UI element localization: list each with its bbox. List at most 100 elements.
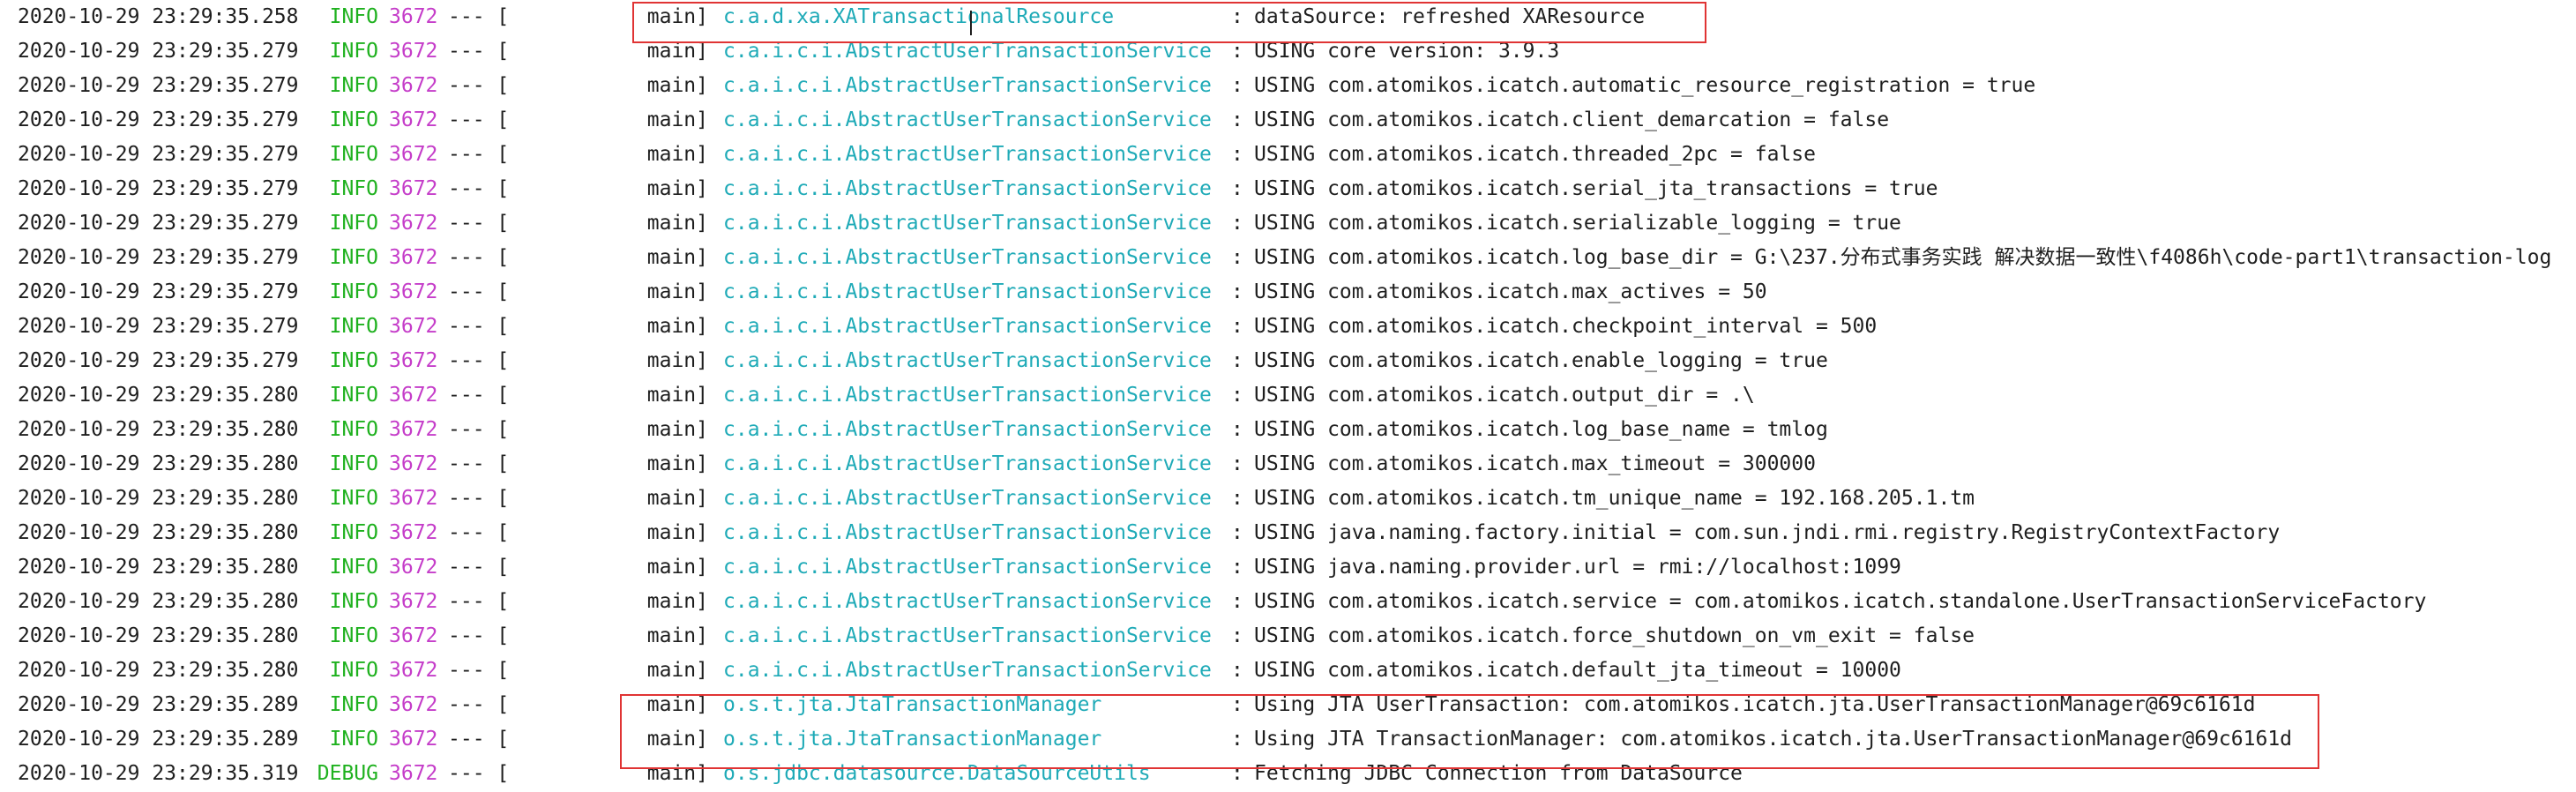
log-message: Fetching JDBC Connection from DataSource <box>1254 762 1743 785</box>
log-line: 2020-10-29 23:29:35.289 INFO 3672 --- [main… <box>0 688 2576 722</box>
log-message: USING com.atomikos.icatch.serial_jta_tra… <box>1254 177 1938 200</box>
log-level: INFO <box>329 384 378 407</box>
log-logger-name: c.a.i.c.i.AbstractUserTransactionService <box>723 177 1212 200</box>
log-level: INFO <box>329 556 378 579</box>
log-line: 2020-10-29 23:29:35.279 INFO 3672 --- [main… <box>0 103 2576 138</box>
log-timestamp: 2020-10-29 23:29:35.280 <box>18 418 299 441</box>
log-separator: --- [ <box>448 590 510 613</box>
log-timestamp: 2020-10-29 23:29:35.258 <box>18 5 299 28</box>
log-level: DEBUG <box>317 762 378 785</box>
log-message: dataSource: refreshed XAResource <box>1254 5 1646 28</box>
log-message: USING com.atomikos.icatch.tm_unique_name… <box>1254 487 1975 510</box>
log-logger-name: c.a.i.c.i.AbstractUserTransactionService <box>723 487 1212 510</box>
log-thread: main] <box>646 40 708 63</box>
log-timestamp: 2020-10-29 23:29:35.279 <box>18 40 299 63</box>
log-colon: : <box>1231 693 1243 716</box>
log-colon: : <box>1231 728 1243 751</box>
log-thread: main] <box>646 280 708 303</box>
log-separator: --- [ <box>448 74 510 97</box>
log-level: INFO <box>329 280 378 303</box>
log-colon: : <box>1231 624 1243 647</box>
log-colon: : <box>1231 212 1243 235</box>
log-timestamp: 2020-10-29 23:29:35.279 <box>18 74 299 97</box>
log-separator: --- [ <box>448 315 510 338</box>
log-timestamp: 2020-10-29 23:29:35.280 <box>18 659 299 682</box>
log-thread: main] <box>646 108 708 131</box>
log-colon: : <box>1231 177 1243 200</box>
log-message: USING com.atomikos.icatch.client_demarca… <box>1254 108 1890 131</box>
log-timestamp: 2020-10-29 23:29:35.280 <box>18 452 299 475</box>
log-line: 2020-10-29 23:29:35.279 INFO 3672 --- [main… <box>0 310 2576 344</box>
log-level: INFO <box>329 40 378 63</box>
log-line: 2020-10-29 23:29:35.279 INFO 3672 --- [main… <box>0 34 2576 69</box>
log-separator: --- [ <box>448 384 510 407</box>
log-line: 2020-10-29 23:29:35.258 INFO 3672 --- [main… <box>0 0 2576 34</box>
log-separator: --- [ <box>448 418 510 441</box>
log-pid: 3672 <box>389 315 438 338</box>
log-level: INFO <box>329 349 378 372</box>
log-thread: main] <box>646 74 708 97</box>
log-timestamp: 2020-10-29 23:29:35.279 <box>18 280 299 303</box>
log-logger-name: o.s.t.jta.JtaTransactionManager <box>723 728 1102 751</box>
log-pid: 3672 <box>389 452 438 475</box>
log-logger-name: o.s.jdbc.datasource.DataSourceUtils <box>723 762 1151 785</box>
log-message: USING com.atomikos.icatch.log_base_name … <box>1254 418 1828 441</box>
log-logger-name: c.a.i.c.i.AbstractUserTransactionService <box>723 315 1212 338</box>
log-colon: : <box>1231 143 1243 166</box>
log-colon: : <box>1231 280 1243 303</box>
log-timestamp: 2020-10-29 23:29:35.279 <box>18 108 299 131</box>
log-separator: --- [ <box>448 5 510 28</box>
log-timestamp: 2020-10-29 23:29:35.280 <box>18 590 299 613</box>
log-pid: 3672 <box>389 590 438 613</box>
log-colon: : <box>1231 5 1243 28</box>
log-logger-name: c.a.i.c.i.AbstractUserTransactionService <box>723 280 1212 303</box>
log-separator: --- [ <box>448 280 510 303</box>
log-level: INFO <box>329 624 378 647</box>
log-colon: : <box>1231 418 1243 441</box>
log-thread: main] <box>646 590 708 613</box>
log-line: 2020-10-29 23:29:35.280 INFO 3672 --- [main… <box>0 482 2576 516</box>
log-colon: : <box>1231 40 1243 63</box>
log-separator: --- [ <box>448 212 510 235</box>
log-pid: 3672 <box>389 556 438 579</box>
log-logger-name: c.a.i.c.i.AbstractUserTransactionService <box>723 590 1212 613</box>
log-line: 2020-10-29 23:29:35.280 INFO 3672 --- [main… <box>0 550 2576 585</box>
log-level: INFO <box>329 212 378 235</box>
log-level: INFO <box>329 177 378 200</box>
log-separator: --- [ <box>448 556 510 579</box>
log-logger-name: c.a.i.c.i.AbstractUserTransactionService <box>723 556 1212 579</box>
log-timestamp: 2020-10-29 23:29:35.280 <box>18 384 299 407</box>
log-message: USING com.atomikos.icatch.max_timeout = … <box>1254 452 1816 475</box>
log-pid: 3672 <box>389 659 438 682</box>
log-line: 2020-10-29 23:29:35.280 INFO 3672 --- [main… <box>0 516 2576 550</box>
log-thread: main] <box>646 659 708 682</box>
log-level: INFO <box>329 74 378 97</box>
log-level: INFO <box>329 108 378 131</box>
log-line: 2020-10-29 23:29:35.280 INFO 3672 --- [main… <box>0 619 2576 654</box>
log-thread: main] <box>646 143 708 166</box>
log-colon: : <box>1231 246 1243 269</box>
log-thread: main] <box>646 246 708 269</box>
log-line: 2020-10-29 23:29:35.279 INFO 3672 --- [main… <box>0 206 2576 241</box>
log-colon: : <box>1231 487 1243 510</box>
log-timestamp: 2020-10-29 23:29:35.319 <box>18 762 299 785</box>
log-timestamp: 2020-10-29 23:29:35.280 <box>18 521 299 544</box>
text-caret <box>970 11 972 35</box>
log-pid: 3672 <box>389 280 438 303</box>
log-level: INFO <box>329 315 378 338</box>
log-separator: --- [ <box>448 177 510 200</box>
log-logger-name: c.a.i.c.i.AbstractUserTransactionService <box>723 40 1212 63</box>
log-pid: 3672 <box>389 108 438 131</box>
log-logger-name: c.a.i.c.i.AbstractUserTransactionService <box>723 384 1212 407</box>
console-log: 2020-10-29 23:29:35.258 INFO 3672 --- [ main… <box>0 0 2576 791</box>
log-line: 2020-10-29 23:29:35.279 INFO 3672 --- [ main… <box>0 275 2576 310</box>
log-logger-name: c.a.i.c.i.AbstractUserTransactionService <box>723 624 1212 647</box>
log-pid: 3672 <box>389 177 438 200</box>
log-thread: main] <box>646 418 708 441</box>
log-level: INFO <box>329 693 378 716</box>
log-message: USING com.atomikos.icatch.log_base_dir =… <box>1254 246 2552 269</box>
log-message: USING java.naming.factory.initial = com.… <box>1254 521 2281 544</box>
log-level: INFO <box>329 728 378 751</box>
log-pid: 3672 <box>389 624 438 647</box>
log-pid: 3672 <box>389 487 438 510</box>
